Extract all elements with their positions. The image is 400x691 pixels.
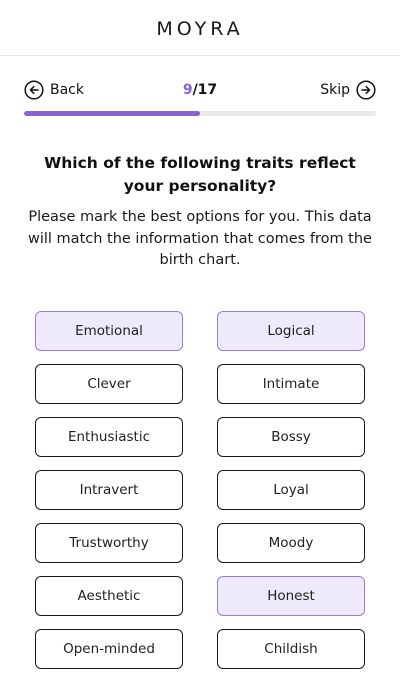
trait-option[interactable]: Childish (217, 629, 365, 669)
arrow-right-circle-icon (356, 80, 376, 100)
trait-option[interactable]: Intravert (35, 470, 183, 510)
back-label: Back (50, 82, 84, 98)
trait-option[interactable]: Intimate (217, 364, 365, 404)
trait-option[interactable]: Emotional (35, 311, 183, 351)
trait-option[interactable]: Loyal (217, 470, 365, 510)
arrow-left-circle-icon (24, 80, 44, 100)
trait-option[interactable]: Moody (217, 523, 365, 563)
trait-option[interactable]: Enthusiastic (35, 417, 183, 457)
trait-option[interactable]: Trustworthy (35, 523, 183, 563)
progress-bar (24, 111, 376, 116)
progress-total: /17 (192, 82, 218, 98)
trait-option[interactable]: Aesthetic (35, 576, 183, 616)
quiz-nav: Back 9/17 Skip (24, 78, 376, 102)
progress-current: 9 (182, 82, 193, 98)
trait-option[interactable]: Logical (217, 311, 365, 351)
question-title: Which of the following traits reflect yo… (44, 154, 356, 195)
trait-option[interactable]: Honest (217, 576, 365, 616)
app-header: MOYRA (0, 0, 400, 56)
skip-label: Skip (320, 82, 350, 98)
trait-option[interactable]: Clever (35, 364, 183, 404)
back-button[interactable]: Back (24, 80, 84, 100)
app-logo: MOYRA (156, 17, 244, 40)
trait-option[interactable]: Bossy (217, 417, 365, 457)
trait-option[interactable]: Open-minded (35, 629, 183, 669)
skip-button[interactable]: Skip (320, 80, 376, 100)
progress-bar-fill (24, 111, 200, 116)
traits-grid: Emotional Logical Clever Intimate Enthusiast… (35, 311, 365, 669)
question-subtitle: Please mark the best options for you. Th… (28, 209, 372, 268)
